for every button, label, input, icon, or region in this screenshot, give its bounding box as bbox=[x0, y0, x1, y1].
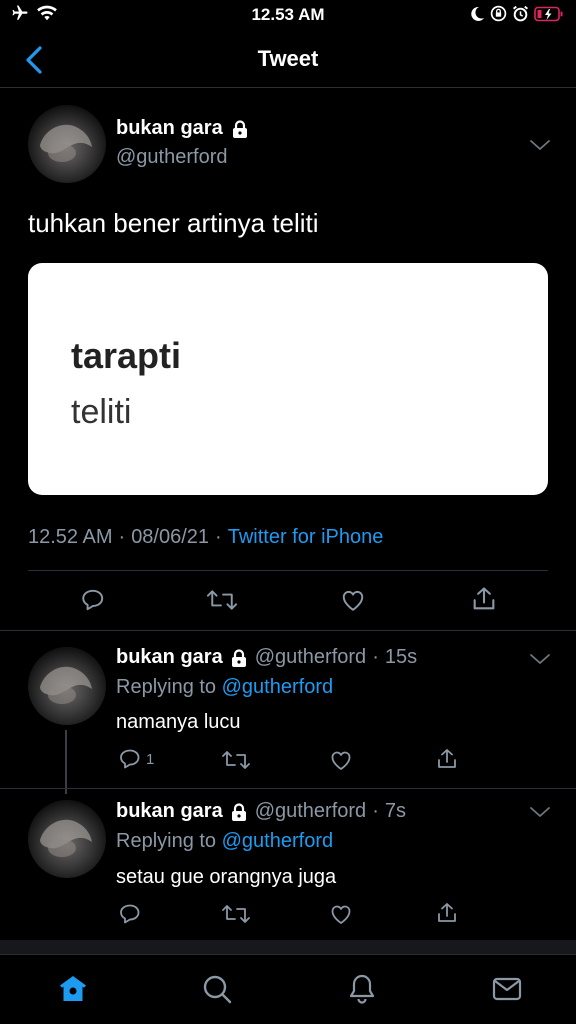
author-name[interactable]: bukan gara bbox=[116, 117, 250, 140]
status-bar: 12.53 AM bbox=[0, 0, 576, 30]
tab-bar bbox=[0, 954, 576, 1024]
image-card[interactable]: tarapti teliti bbox=[28, 263, 548, 495]
chevron-down-icon[interactable] bbox=[529, 138, 551, 152]
notifications-icon[interactable] bbox=[346, 973, 378, 1005]
thread-line bbox=[65, 730, 67, 794]
author-handle[interactable]: @gutherford bbox=[116, 146, 227, 169]
tweet-source-link[interactable]: Twitter for iPhone bbox=[228, 526, 384, 549]
share-icon[interactable] bbox=[435, 900, 459, 926]
chevron-down-icon[interactable] bbox=[529, 805, 551, 819]
reply-icon bbox=[120, 749, 140, 769]
rotation-lock-icon bbox=[490, 5, 507, 22]
divider bbox=[28, 570, 548, 571]
reply-count: 1 bbox=[146, 750, 155, 768]
reply-time: 15s bbox=[384, 646, 418, 668]
chevron-down-icon[interactable] bbox=[529, 652, 551, 666]
reply-header: bukan gara @gutherford · 7s bbox=[116, 800, 406, 823]
replying-label: Replying to bbox=[116, 676, 217, 698]
divider bbox=[0, 630, 576, 631]
reply-icon[interactable] bbox=[79, 587, 107, 613]
reply-text: namanya lucu bbox=[116, 711, 241, 733]
lock-icon bbox=[232, 119, 247, 138]
card-definition: teliti bbox=[71, 393, 132, 431]
reply-author-handle[interactable]: @gutherford bbox=[255, 646, 366, 669]
replying-to: Replying to @gutherford bbox=[116, 676, 333, 699]
tweet-time: 12.52 AM bbox=[28, 526, 113, 548]
battery-icon bbox=[534, 6, 563, 21]
search-icon[interactable] bbox=[201, 973, 233, 1005]
lock-icon bbox=[231, 802, 246, 821]
home-icon[interactable] bbox=[57, 973, 89, 1005]
avatar-photo bbox=[40, 124, 92, 162]
retweet-icon[interactable] bbox=[205, 587, 239, 613]
like-icon[interactable] bbox=[329, 902, 353, 926]
reply-author-handle[interactable]: @gutherford bbox=[255, 800, 366, 823]
reply-icon[interactable] bbox=[118, 902, 142, 926]
replying-to: Replying to @gutherford bbox=[116, 830, 333, 853]
reply-dot: · bbox=[372, 800, 379, 822]
replying-mention-link[interactable]: @gutherford bbox=[222, 676, 333, 698]
messages-icon[interactable] bbox=[491, 973, 523, 1005]
share-icon[interactable] bbox=[435, 746, 459, 772]
reply-header: bukan gara @gutherford · 15s bbox=[116, 646, 417, 669]
nav-bar: Tweet bbox=[0, 32, 576, 88]
retweet-icon[interactable] bbox=[221, 902, 251, 926]
replying-label: Replying to bbox=[116, 830, 217, 852]
avatar[interactable] bbox=[28, 800, 106, 878]
reply-dot: · bbox=[372, 646, 379, 668]
avatar-photo bbox=[40, 666, 92, 704]
card-word: tarapti bbox=[71, 335, 182, 376]
lock-icon bbox=[231, 648, 246, 667]
reply-action[interactable]: 1 bbox=[118, 747, 154, 771]
moon-icon bbox=[471, 6, 484, 21]
avatar[interactable] bbox=[28, 647, 106, 725]
tweet-meta: 12.52 AM · 08/06/21 · Twitter for iPhone bbox=[28, 526, 383, 549]
meta-separator: · bbox=[118, 526, 126, 548]
tweet-date: 08/06/21 bbox=[131, 526, 210, 548]
page-title: Tweet bbox=[257, 46, 319, 71]
avatar[interactable] bbox=[28, 105, 106, 183]
replying-mention-link[interactable]: @gutherford bbox=[222, 830, 333, 852]
reply-author-name[interactable]: bukan gara bbox=[116, 646, 223, 669]
share-icon[interactable] bbox=[470, 585, 498, 613]
like-icon[interactable] bbox=[329, 748, 353, 772]
reply-author-name[interactable]: bukan gara bbox=[116, 800, 223, 823]
tweet-text: tuhkan bener artinya teliti bbox=[28, 208, 319, 238]
reply-time: 7s bbox=[384, 800, 406, 822]
separator-strip bbox=[0, 940, 576, 954]
alarm-icon bbox=[512, 5, 529, 22]
reply-text: setau gue orangnya juga bbox=[116, 866, 337, 888]
meta-separator: · bbox=[215, 526, 222, 548]
divider bbox=[0, 788, 576, 789]
author-name-label: bukan gara bbox=[116, 117, 223, 139]
retweet-icon[interactable] bbox=[221, 748, 251, 772]
like-icon[interactable] bbox=[339, 587, 367, 613]
avatar-photo bbox=[40, 819, 92, 857]
